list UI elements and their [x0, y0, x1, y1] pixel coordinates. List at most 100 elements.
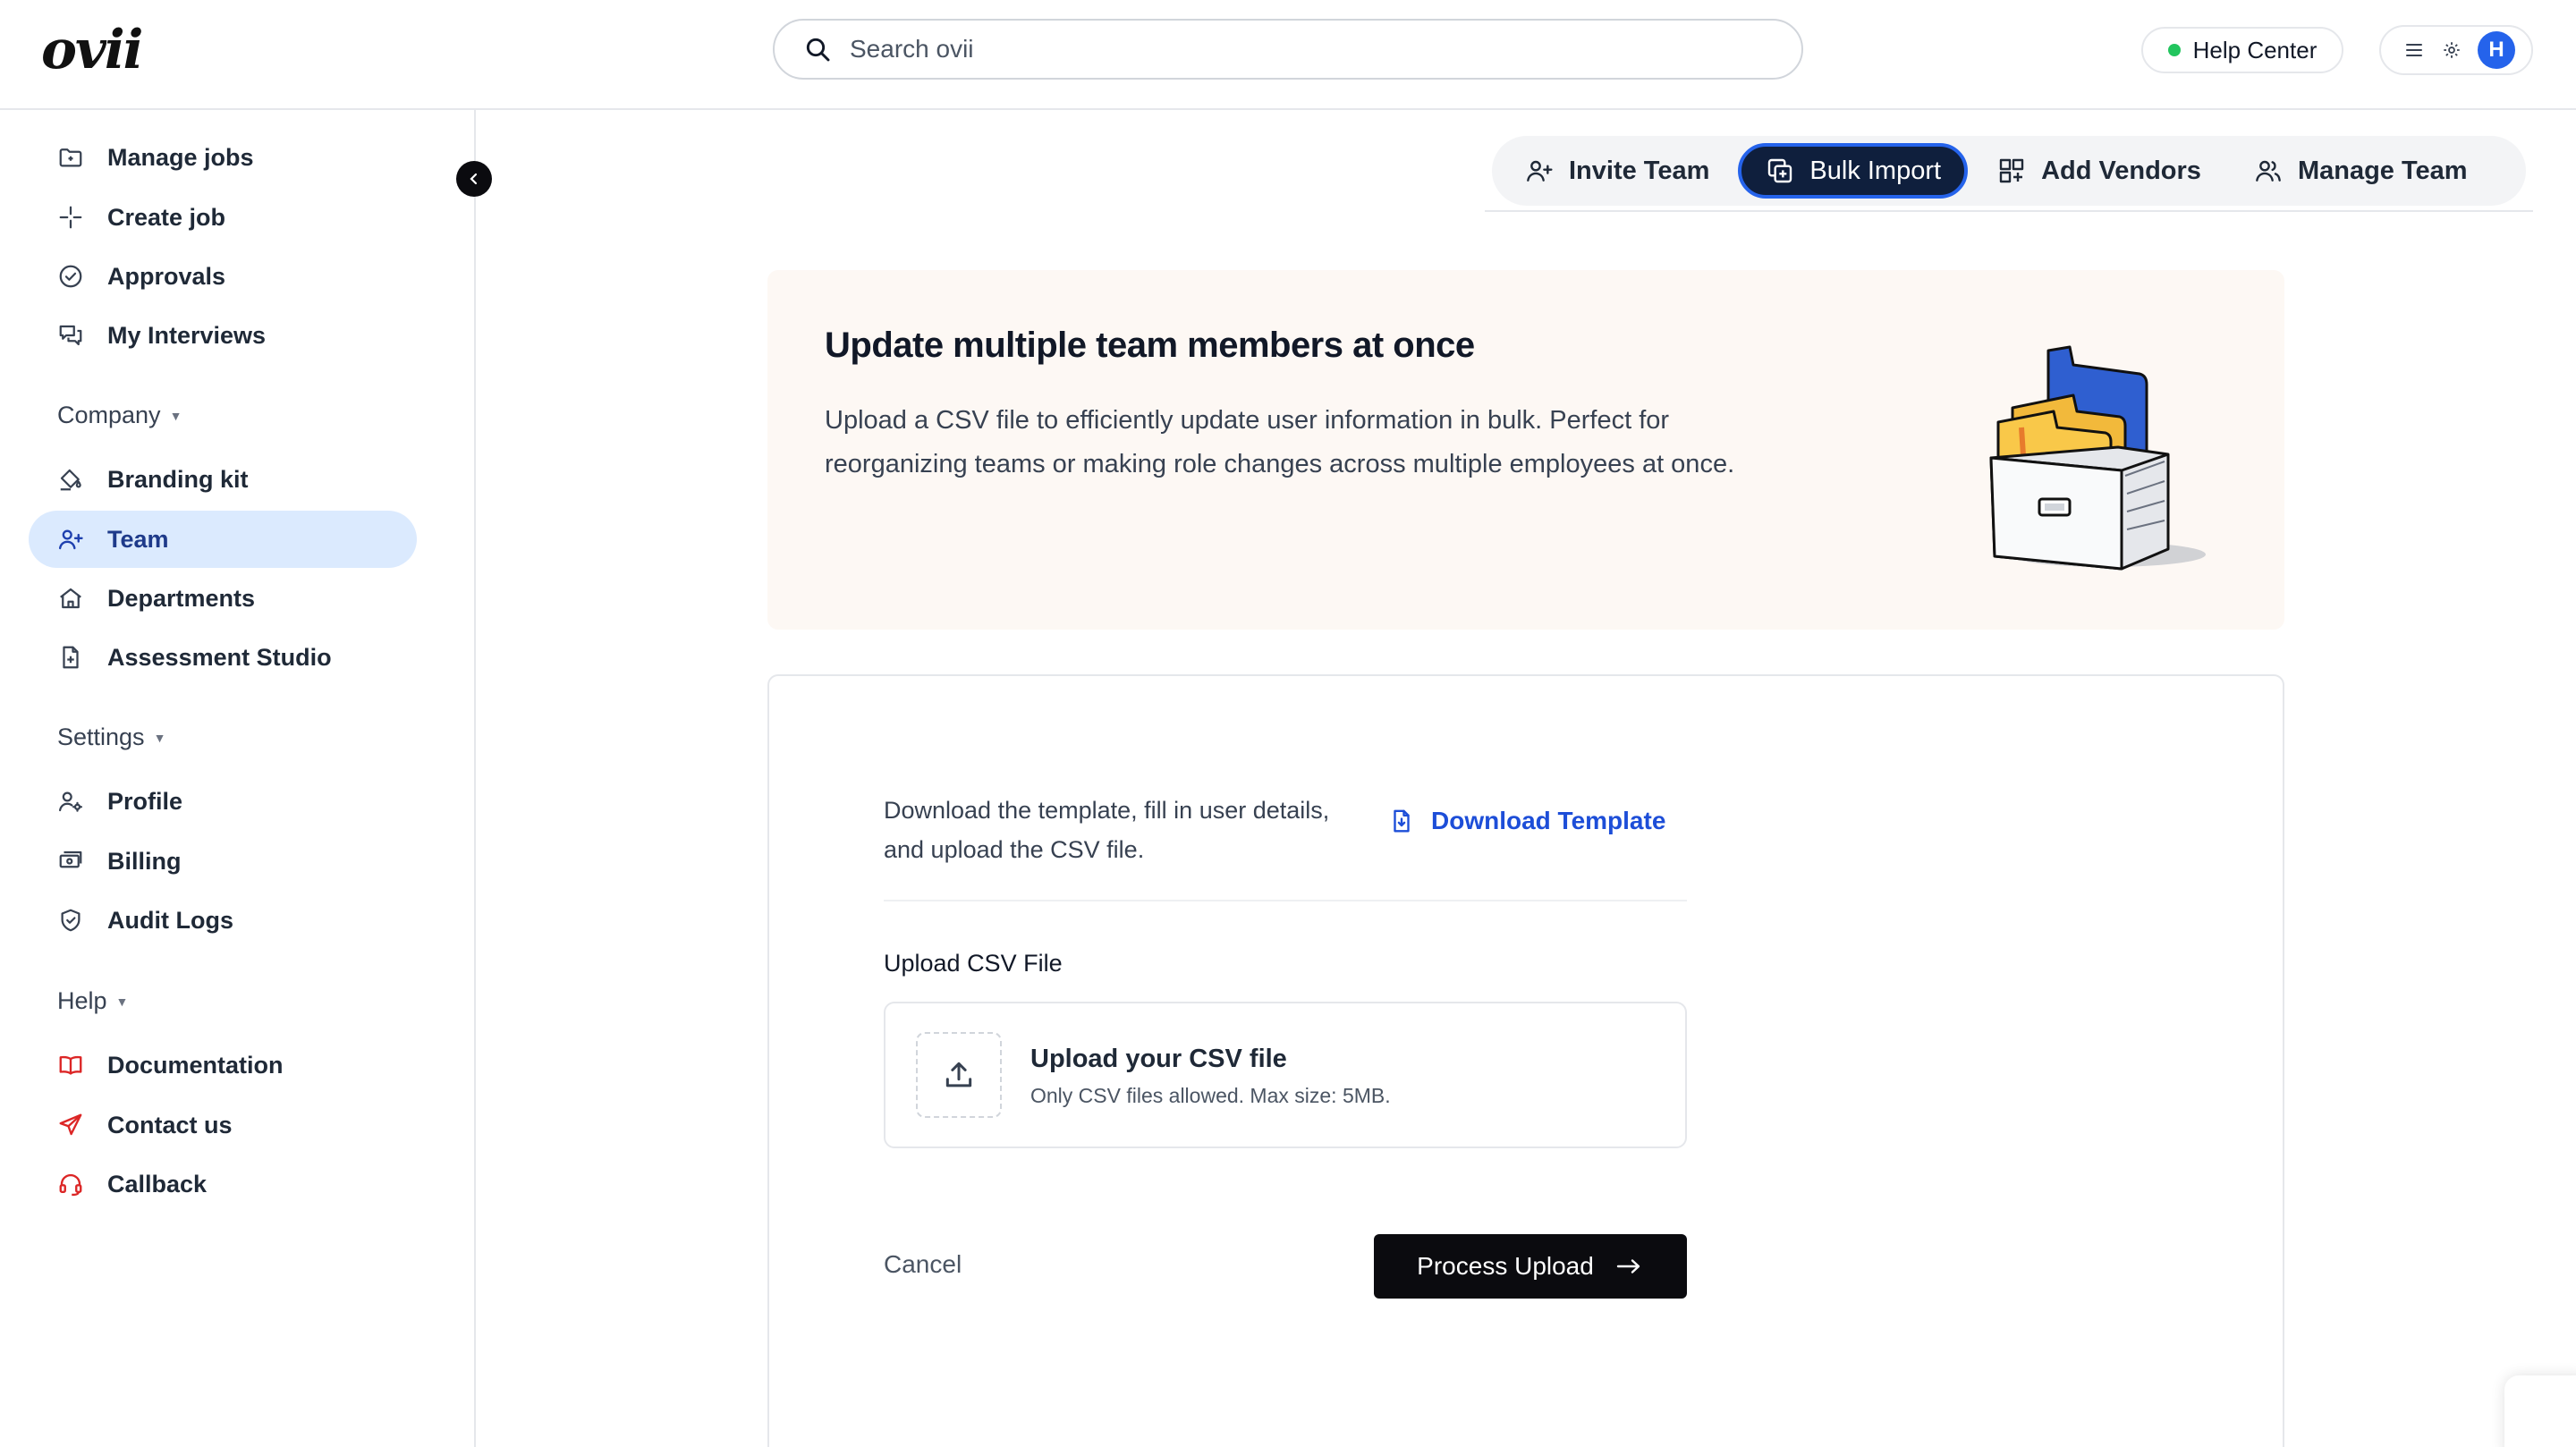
tab-add-vendors[interactable]: Add Vendors [1973, 143, 2224, 199]
sidebar-item-assessment-studio[interactable]: Assessment Studio [29, 629, 417, 686]
section-divider [884, 900, 1687, 901]
tab-label: Bulk Import [1809, 156, 1942, 185]
search-icon [806, 38, 830, 62]
section-company[interactable]: Company ▼ [57, 402, 182, 429]
user-gear-icon [55, 786, 86, 817]
cancel-button[interactable]: Cancel [884, 1250, 962, 1279]
sidebar-item-profile[interactable]: Profile [29, 773, 417, 830]
user-plus-icon [55, 524, 86, 554]
help-center-button[interactable]: Help Center [2141, 27, 2343, 73]
folder-icon [55, 142, 86, 173]
section-help[interactable]: Help ▼ [57, 987, 128, 1015]
file-box-illustration [1989, 345, 2206, 571]
file-download-icon [1388, 807, 1417, 835]
search-input[interactable] [850, 35, 1655, 63]
bulk-import-hero: Update multiple team members at once Upl… [767, 270, 2284, 630]
menu-icon[interactable] [2402, 38, 2426, 62]
tab-label: Add Vendors [2041, 156, 2201, 185]
chevron-left-icon [470, 173, 478, 185]
ovii-logo[interactable]: ovii [41, 23, 143, 77]
sidebar-item-manage-jobs[interactable]: Manage jobs [29, 129, 417, 186]
tabs-divider [1485, 210, 2533, 212]
sidebar-item-approvals[interactable]: Approvals [29, 248, 417, 305]
team-tabs: Invite Team Bulk Import Add Vendors Mana… [1492, 136, 2526, 206]
sidebar-item-team[interactable]: Team [29, 511, 417, 568]
copy-plus-icon [1765, 156, 1795, 186]
sparkle-icon [55, 202, 86, 233]
sidebar-item-label: Billing [107, 847, 182, 875]
gear-icon[interactable] [2440, 38, 2463, 62]
section-heading: Settings [57, 724, 145, 750]
sidebar-item-contact-us[interactable]: Contact us [29, 1096, 417, 1154]
headset-icon [55, 1169, 86, 1199]
sidebar-item-branding-kit[interactable]: Branding kit [29, 451, 417, 508]
tab-manage-team[interactable]: Manage Team [2230, 143, 2491, 199]
page-title: Update multiple team members at once [825, 326, 1475, 365]
sidebar-item-label: Callback [107, 1170, 208, 1197]
sidebar-item-label: Team [107, 525, 169, 553]
sidebar-item-label: Documentation [107, 1051, 284, 1079]
sidebar-item-departments[interactable]: Departments [29, 570, 417, 627]
tab-label: Manage Team [2297, 156, 2468, 185]
process-upload-label: Process Upload [1417, 1252, 1594, 1280]
section-settings[interactable]: Settings ▼ [57, 724, 165, 751]
caret-down-icon: ▼ [169, 408, 182, 423]
document-plus-icon [55, 642, 86, 673]
sidebar-item-callback[interactable]: Callback [29, 1155, 417, 1213]
template-instructions: Download the template, fill in user deta… [884, 797, 1330, 863]
sidebar-item-my-interviews[interactable]: My Interviews [29, 307, 417, 364]
sidebar-item-label: Departments [107, 584, 256, 612]
sidebar-item-label: Audit Logs [107, 906, 233, 934]
dropzone-title: Upload your CSV file [1030, 1045, 1287, 1073]
sidebar-item-label: My Interviews [107, 321, 267, 349]
paint-bucket-icon [55, 464, 86, 495]
book-icon [55, 1050, 86, 1080]
status-dot [2167, 44, 2181, 56]
shield-icon [55, 905, 86, 935]
hero-description: Upload a CSV file to efficiently update … [825, 406, 1735, 478]
tab-label: Invite Team [1569, 156, 1710, 185]
sidebar-item-billing[interactable]: Billing [29, 833, 417, 890]
sidebar-item-label: Manage jobs [107, 143, 254, 171]
billing-icon [55, 846, 86, 876]
sidebar-item-documentation[interactable]: Documentation [29, 1037, 417, 1094]
caret-down-icon: ▼ [115, 994, 129, 1009]
avatar[interactable]: H [2478, 31, 2515, 69]
upload-icon-box[interactable] [916, 1032, 1002, 1118]
download-template-label: Download Template [1431, 807, 1666, 834]
search-bar[interactable] [773, 19, 1803, 80]
sidebar-item-label: Contact us [107, 1111, 233, 1138]
chat-bubbles-icon [55, 320, 86, 351]
csv-dropzone[interactable]: Upload your CSV file Only CSV files allo… [884, 1002, 1687, 1148]
bulk-import-card: Download the template, fill in user deta… [767, 674, 2284, 1447]
sidebar-item-create-job[interactable]: Create job [29, 189, 417, 246]
building-icon [55, 583, 86, 613]
sidebar-item-audit-logs[interactable]: Audit Logs [29, 892, 417, 949]
user-plus-icon [1524, 156, 1555, 186]
top-bar: ovii Help Center H [0, 0, 2576, 110]
sidebar-item-label: Assessment Studio [107, 643, 332, 671]
section-heading: Help [57, 987, 107, 1014]
sidebar: Manage jobs Create job Approvals My Inte… [0, 110, 476, 1447]
upload-csv-label: Upload CSV File [884, 950, 1063, 977]
help-center-label: Help Center [2192, 36, 2318, 63]
user-menu[interactable]: H [2379, 25, 2533, 75]
sidebar-item-label: Profile [107, 787, 183, 815]
upload-icon [945, 1062, 972, 1087]
arrow-right-icon [1615, 1257, 1644, 1275]
process-upload-button[interactable]: Process Upload [1374, 1234, 1687, 1299]
users-icon [2253, 156, 2284, 186]
tab-bulk-import[interactable]: Bulk Import [1738, 143, 1969, 199]
sidebar-item-label: Branding kit [107, 465, 249, 493]
chat-widget[interactable] [2504, 1375, 2576, 1447]
download-template-link[interactable]: Download Template [1388, 807, 1665, 835]
collapse-sidebar-button[interactable] [456, 161, 492, 197]
section-heading: Company [57, 402, 161, 428]
sidebar-item-label: Create job [107, 203, 226, 231]
tab-invite-team[interactable]: Invite Team [1501, 143, 1733, 199]
send-icon [55, 1110, 86, 1140]
sidebar-item-label: Approvals [107, 262, 226, 290]
check-circle-icon [55, 261, 86, 292]
caret-down-icon: ▼ [153, 730, 166, 745]
grid-plus-icon [1996, 156, 2027, 186]
